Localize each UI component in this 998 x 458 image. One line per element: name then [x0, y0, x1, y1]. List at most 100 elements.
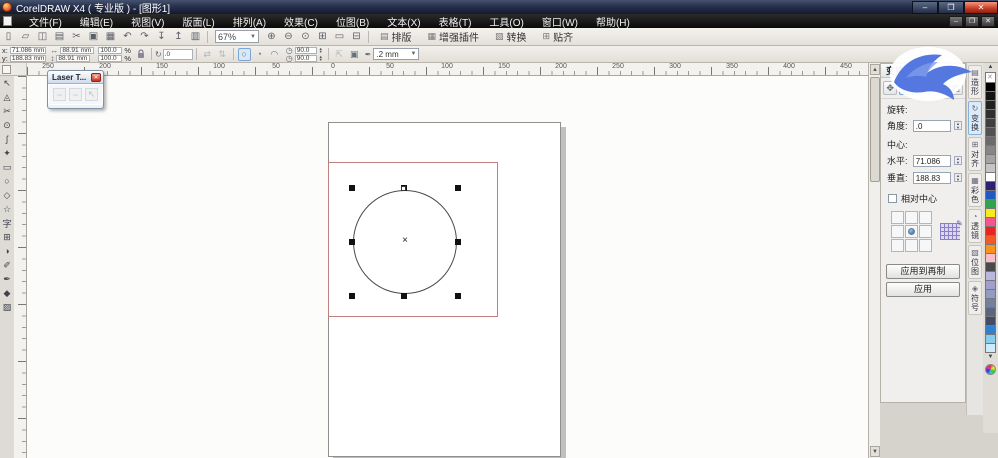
docker-tab[interactable]: ▧ 位图 [968, 245, 982, 279]
print-icon[interactable]: ▤ [52, 30, 67, 44]
docker-collapse-icon[interactable]: ▴ [942, 65, 952, 76]
outline-width-combo[interactable]: .2 mm ▼ [373, 48, 420, 60]
anchor-nw[interactable] [891, 211, 904, 224]
anchor-e[interactable] [919, 225, 932, 238]
anchor-ne[interactable] [919, 211, 932, 224]
center-vertical-field[interactable]: 188.83 [912, 171, 952, 184]
docker-tab[interactable]: ◈ 符号 [968, 281, 982, 315]
copy-icon[interactable]: ▣ [86, 30, 101, 44]
docker-tab[interactable]: ↻ 变换 [968, 101, 982, 135]
minimize-button[interactable]: – [912, 0, 938, 14]
menu-item[interactable]: 编辑(E) [71, 13, 122, 30]
color-swatch[interactable] [985, 343, 996, 353]
spinner[interactable]: ▲ ▼ [954, 156, 962, 165]
y-position-field[interactable]: 188.83 mm [9, 54, 47, 62]
mirror-vertical-icon[interactable]: ⇅ [216, 48, 229, 61]
anchor-s[interactable] [905, 239, 918, 252]
horizontal-ruler[interactable]: 250 200 150 100 50 0 50 100 150 200 250 300 350 400 45… [27, 63, 868, 76]
scale-h-field[interactable]: 100.0 [98, 46, 123, 54]
zoom-selected-icon[interactable]: ⊙ [298, 30, 313, 44]
menu-item[interactable]: 窗口(W) [533, 13, 587, 30]
import-icon[interactable]: ↧ [154, 30, 169, 44]
menu-item[interactable]: 效果(C) [275, 13, 327, 30]
plugin-button[interactable]: ▦ 增强插件 [422, 28, 486, 45]
selection-handle-e[interactable] [455, 239, 461, 245]
scroll-up-icon[interactable]: ▲ [870, 64, 880, 75]
open-icon[interactable]: ▱ [18, 30, 33, 44]
selection-handle-ne[interactable] [455, 185, 461, 191]
menu-item[interactable]: 文本(X) [378, 13, 429, 30]
zoom-width-icon[interactable]: ⊟ [349, 30, 364, 44]
x-position-field[interactable]: 71.086 mm [9, 46, 47, 54]
pie-mode-icon[interactable]: ◔ [253, 48, 266, 61]
rotation-angle-field[interactable]: .0 [162, 48, 193, 60]
ruler-origin-corner[interactable] [0, 63, 27, 76]
scroll-down-icon[interactable]: ▼ [870, 446, 880, 457]
doc-restore-button[interactable]: ❐ [965, 15, 979, 27]
laser-toolbar-window[interactable]: Laser T... ✕ ~ ~ ↖ [47, 70, 104, 109]
fill-tool-icon[interactable]: ◆ [0, 286, 14, 300]
laser-tool-2-icon[interactable]: ~ [69, 88, 82, 101]
mirror-horizontal-icon[interactable]: ⇄ [201, 48, 214, 61]
width-field[interactable]: 88.91 mm [60, 46, 95, 54]
scale-v-field[interactable]: 100.0 [98, 54, 123, 62]
arc-end-field[interactable]: 90.0 [294, 54, 317, 62]
redo-icon[interactable]: ↷ [137, 30, 152, 44]
app-launcher-icon[interactable]: ▥ [188, 30, 203, 44]
convert-button[interactable]: ▧ 转换 [489, 28, 533, 45]
anchor-sw[interactable] [891, 239, 904, 252]
polygon-tool-icon[interactable]: ◇ [0, 188, 14, 202]
zoom-page-icon[interactable]: ▭ [332, 30, 347, 44]
laser-tool-1-icon[interactable]: ~ [53, 88, 66, 101]
no-color-swatch[interactable] [985, 72, 996, 83]
freehand-tool-icon[interactable]: ʃ [0, 132, 14, 146]
anchor-center[interactable] [905, 225, 918, 238]
rectangle-tool-icon[interactable]: ▭ [0, 160, 14, 174]
doc-minimize-button[interactable]: – [949, 15, 963, 27]
zoom-all-icon[interactable]: ⊞ [315, 30, 330, 44]
vertical-ruler[interactable] [14, 76, 27, 458]
selection-handle-nw[interactable] [349, 185, 355, 191]
height-field[interactable]: 88.91 mm [56, 54, 91, 62]
transform-mode-tab[interactable]: ⇄ [915, 81, 931, 95]
eyedropper-tool-icon[interactable]: ✐ [0, 258, 14, 272]
zoom-tool-icon[interactable]: ⊙ [0, 118, 14, 132]
cut-icon[interactable]: ✂ [69, 30, 84, 44]
apply-to-duplicate-button[interactable]: 应用到再制 [886, 264, 960, 279]
selection-handle-sw[interactable] [349, 293, 355, 299]
menu-item[interactable]: 位图(B) [327, 13, 378, 30]
wrap-text-icon[interactable]: ▣ [348, 48, 361, 61]
to-front-icon[interactable]: ⇱ [333, 48, 346, 61]
blend-tool-icon[interactable]: ◑ [0, 244, 14, 258]
docker-tab[interactable]: ◔ 透镜 [968, 209, 982, 243]
apply-button[interactable]: 应用 [886, 282, 960, 297]
palette-options-icon[interactable] [985, 364, 996, 375]
pick-tool-icon[interactable]: ↖ [0, 76, 14, 90]
zoom-level-combo[interactable]: 67% ▼ [215, 30, 259, 43]
text-tool-icon[interactable]: 字 [0, 216, 14, 230]
smart-fill-tool-icon[interactable]: ✦ [0, 146, 14, 160]
object-center-marker[interactable]: × [398, 234, 412, 248]
zoom-in-icon[interactable]: ⊕ [264, 30, 279, 44]
spinner[interactable]: ▲ ▼ [954, 121, 962, 130]
menu-item[interactable]: 表格(T) [430, 13, 481, 30]
docker-close-icon[interactable]: ✕ [953, 65, 963, 76]
transform-mode-tab[interactable]: ⊞ [932, 81, 947, 95]
scrollbar-thumb[interactable] [870, 77, 880, 182]
lock-ratio-icon[interactable] [134, 48, 147, 61]
docker-tab[interactable]: ▦ 彩色 [968, 173, 982, 207]
arc-mode-icon[interactable]: ◠ [268, 48, 281, 61]
crop-tool-icon[interactable]: ✂ [0, 104, 14, 118]
basic-shapes-tool-icon[interactable]: ☆ [0, 202, 14, 216]
transform-mode-tab[interactable]: ✥ [883, 81, 898, 95]
menu-item[interactable]: 版面(L) [173, 13, 223, 30]
close-icon[interactable]: ✕ [91, 72, 101, 82]
imposition-button[interactable]: ▤ 排版 [374, 28, 418, 45]
new-icon[interactable]: ▯ [1, 30, 16, 44]
export-icon[interactable]: ↥ [171, 30, 186, 44]
doc-close-button[interactable]: ✕ [981, 15, 995, 27]
selection-handle-s[interactable] [401, 293, 407, 299]
spinner[interactable]: ▲ ▼ [319, 55, 323, 62]
menu-item[interactable]: 工具(O) [480, 13, 532, 30]
menu-item[interactable]: 排列(A) [224, 13, 275, 30]
